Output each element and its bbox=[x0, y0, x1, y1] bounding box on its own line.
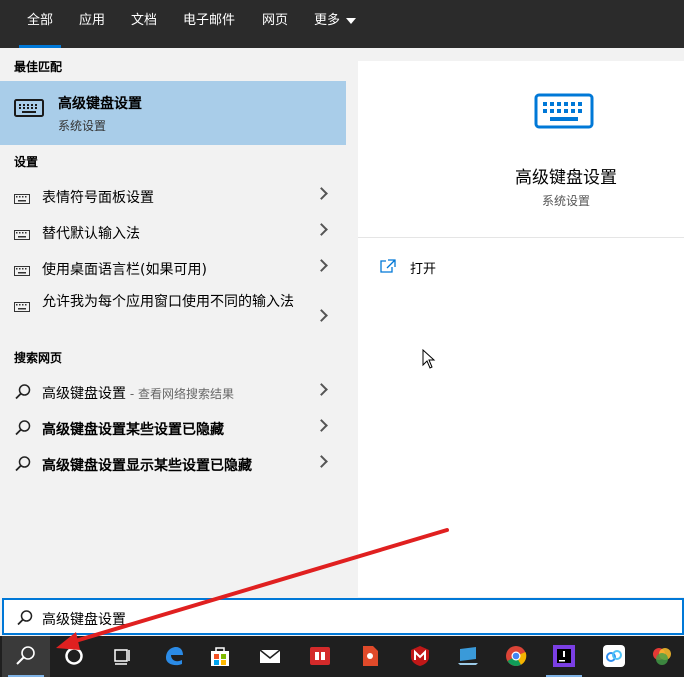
mcafee-button[interactable] bbox=[396, 636, 444, 677]
preview-subtitle: 系统设置 bbox=[541, 194, 590, 208]
cortana-button[interactable] bbox=[50, 636, 98, 677]
results-panel: 最佳匹配 高级键盘设置 系统设置 设置 表情符号面板设置 替代默认输入法 使用桌… bbox=[0, 48, 346, 598]
chevron-down-icon bbox=[346, 17, 357, 24]
tab-more[interactable]: 更多 bbox=[314, 0, 357, 48]
settings-item-label: 替代默认输入法 bbox=[42, 226, 140, 242]
web-search-item[interactable]: 高级键盘设置某些设置已隐藏 bbox=[0, 410, 346, 446]
chrome-button[interactable] bbox=[492, 636, 540, 677]
search-icon bbox=[16, 646, 35, 665]
mail-icon bbox=[259, 649, 281, 663]
settings-item[interactable]: 使用桌面语言栏(如果可用) bbox=[0, 250, 346, 286]
jetbrains-icon bbox=[553, 645, 575, 667]
keyboard-icon bbox=[14, 99, 44, 121]
open-action-label: 打开 bbox=[410, 262, 437, 277]
tab-email[interactable]: 电子邮件 bbox=[183, 0, 235, 48]
taskbar bbox=[0, 636, 684, 677]
preview-title: 高级键盘设置 bbox=[515, 168, 617, 188]
search-input[interactable]: 高级键盘设置 bbox=[42, 609, 642, 629]
tab-web[interactable]: 网页 bbox=[262, 0, 288, 48]
task-view-icon bbox=[114, 649, 130, 665]
open-icon bbox=[380, 258, 396, 277]
search-scope-tabs: 全部 应用 文档 电子邮件 网页 更多 bbox=[0, 0, 684, 48]
web-search-item-label: 高级键盘设置显示某些设置已隐藏 bbox=[42, 458, 252, 474]
taskbar-search-button[interactable] bbox=[2, 636, 50, 677]
chevron-right-icon[interactable] bbox=[315, 419, 328, 432]
chevron-right-icon[interactable] bbox=[315, 223, 328, 236]
baidu-netdisk-button[interactable] bbox=[590, 636, 638, 677]
search-icon bbox=[14, 455, 32, 477]
settings-item[interactable]: 表情符号面板设置 bbox=[0, 178, 346, 214]
keyboard-icon bbox=[14, 189, 30, 208]
app-colorful-icon bbox=[653, 648, 671, 665]
store-icon bbox=[211, 647, 229, 666]
keyboard-icon bbox=[534, 93, 594, 133]
chevron-right-icon[interactable] bbox=[315, 259, 328, 272]
web-search-query: 高级键盘设置 bbox=[42, 386, 126, 402]
best-match-subtitle: 系统设置 bbox=[58, 119, 107, 133]
keyboard-icon bbox=[14, 261, 30, 280]
mail-button[interactable] bbox=[246, 636, 294, 677]
app-colorful-button[interactable] bbox=[638, 636, 684, 677]
tab-all[interactable]: 全部 bbox=[18, 0, 62, 48]
search-icon bbox=[14, 419, 32, 441]
cortana-icon bbox=[65, 647, 83, 665]
settings-item[interactable]: 允许我为每个应用窗口使用不同的输入法 bbox=[0, 294, 346, 342]
tab-more-label: 更多 bbox=[314, 13, 341, 28]
chevron-right-icon[interactable] bbox=[315, 383, 328, 396]
search-icon bbox=[16, 609, 34, 631]
chevron-right-icon[interactable] bbox=[315, 187, 328, 200]
keyboard-icon bbox=[14, 297, 30, 316]
web-search-header: 搜索网页 bbox=[14, 351, 63, 365]
mouse-cursor-icon bbox=[422, 348, 436, 373]
jetbrains-button[interactable] bbox=[540, 636, 588, 677]
best-match-title: 高级键盘设置 bbox=[58, 96, 142, 112]
settings-header: 设置 bbox=[14, 155, 39, 169]
mcafee-icon bbox=[411, 646, 429, 666]
web-search-hint: - 查看网络搜索结果 bbox=[126, 387, 234, 401]
pc-button[interactable] bbox=[444, 636, 492, 677]
settings-item-label: 表情符号面板设置 bbox=[42, 190, 154, 206]
edge-icon bbox=[166, 647, 183, 666]
web-search-item[interactable]: 高级键盘设置 - 查看网络搜索结果 bbox=[0, 374, 346, 410]
web-search-item-label: 高级键盘设置某些设置已隐藏 bbox=[42, 422, 224, 438]
web-search-item-label: 高级键盘设置 - 查看网络搜索结果 bbox=[42, 383, 234, 403]
store-button[interactable] bbox=[196, 636, 244, 677]
chevron-right-icon[interactable] bbox=[315, 455, 328, 468]
tab-apps[interactable]: 应用 bbox=[79, 0, 105, 48]
search-icon bbox=[14, 383, 32, 405]
preview-panel: 高级键盘设置 系统设置 打开 bbox=[358, 61, 684, 597]
pc-icon bbox=[458, 647, 478, 665]
tab-documents[interactable]: 文档 bbox=[131, 0, 157, 48]
keyboard-icon bbox=[14, 225, 30, 244]
best-match-header: 最佳匹配 bbox=[14, 60, 63, 74]
app-red-file-icon bbox=[363, 646, 378, 666]
chrome-icon bbox=[506, 646, 527, 666]
settings-item[interactable]: 替代默认输入法 bbox=[0, 214, 346, 250]
app-red-file-button[interactable] bbox=[346, 636, 394, 677]
app-red-book-icon bbox=[310, 647, 330, 665]
task-view-button[interactable] bbox=[98, 636, 146, 677]
edge-button[interactable] bbox=[150, 636, 198, 677]
divider bbox=[358, 237, 684, 238]
app-red-book-button[interactable] bbox=[296, 636, 344, 677]
best-match-item[interactable]: 高级键盘设置 系统设置 bbox=[0, 81, 346, 145]
chevron-right-icon[interactable] bbox=[315, 309, 328, 322]
settings-item-label: 使用桌面语言栏(如果可用) bbox=[42, 262, 207, 278]
baidu-netdisk-icon bbox=[603, 645, 625, 667]
settings-item-label: 允许我为每个应用窗口使用不同的输入法 bbox=[42, 294, 294, 310]
web-search-item[interactable]: 高级键盘设置显示某些设置已隐藏 bbox=[0, 446, 346, 482]
search-box[interactable]: 高级键盘设置 bbox=[2, 598, 684, 635]
